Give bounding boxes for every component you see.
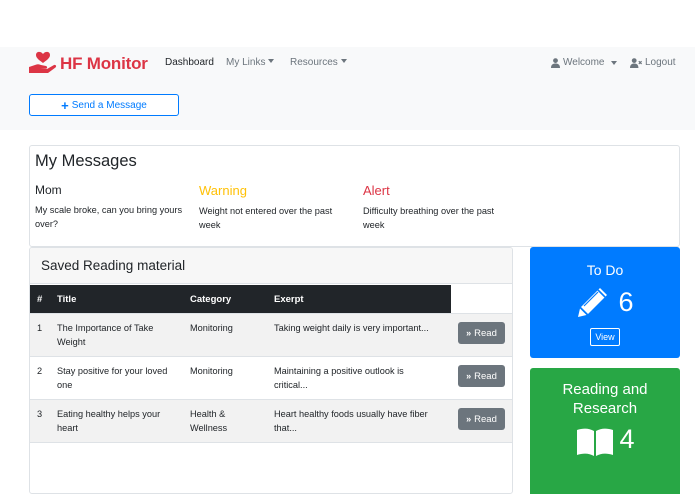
message-heading: Mom bbox=[35, 183, 62, 197]
row-category: Health & Wellness bbox=[190, 409, 228, 433]
message-heading-warning: Warning bbox=[199, 183, 247, 198]
nav-my-links[interactable]: My Links bbox=[226, 57, 275, 68]
row-excerpt: Taking weight daily is very important... bbox=[274, 323, 429, 333]
nav-welcome-label: Welcome bbox=[563, 57, 605, 68]
reading-material-card: Saved Reading material # Title Category … bbox=[29, 247, 513, 494]
user-icon bbox=[551, 57, 560, 68]
nav-dashboard[interactable]: Dashboard bbox=[165, 57, 214, 68]
table-row: 1 The Importance of Take Weight Monitori… bbox=[30, 313, 512, 356]
caret-down-icon bbox=[610, 60, 617, 65]
heart-hand-icon bbox=[28, 51, 58, 77]
nav-my-links-label: My Links bbox=[226, 57, 266, 68]
row-number: 1 bbox=[37, 323, 43, 333]
message-heading-alert: Alert bbox=[363, 183, 390, 198]
brand-name: HF Monitor bbox=[60, 54, 148, 73]
page: HF Monitor Dashboard My Links Resources … bbox=[0, 0, 695, 494]
nav-logout-label: Logout bbox=[645, 57, 676, 68]
message-body: My scale broke, can you bring yours over… bbox=[35, 205, 183, 229]
todo-view-button[interactable]: View bbox=[590, 328, 620, 346]
send-message-button[interactable]: + Send a Message bbox=[29, 94, 179, 116]
research-count-row: 4 bbox=[530, 426, 680, 456]
research-card[interactable]: Reading and Research 4 bbox=[530, 368, 680, 494]
message-body: Weight not entered over the past week bbox=[199, 206, 333, 230]
message-item[interactable]: Alert Difficulty breathing over the past… bbox=[363, 183, 513, 232]
send-message-label: Send a Message bbox=[71, 99, 147, 111]
reading-card-header: Saved Reading material bbox=[30, 248, 512, 284]
caret-down-icon bbox=[268, 59, 275, 63]
nav-welcome[interactable]: Welcome bbox=[551, 57, 617, 68]
read-button-label: Read bbox=[474, 370, 497, 382]
angle-double-right-icon: » bbox=[466, 328, 472, 338]
messages-title: My Messages bbox=[35, 152, 137, 170]
message-item[interactable]: Mom My scale broke, can you bring yours … bbox=[35, 183, 185, 231]
row-excerpt: Heart healthy foods usually have fiber t… bbox=[274, 409, 428, 433]
research-title: Reading and Research bbox=[562, 381, 648, 417]
user-times-icon bbox=[630, 57, 642, 68]
row-title: Eating healthy helps your heart bbox=[57, 409, 161, 433]
book-open-icon bbox=[577, 428, 614, 456]
research-count: 4 bbox=[619, 424, 635, 454]
brand-logo[interactable]: HF Monitor bbox=[28, 49, 148, 79]
row-excerpt: Maintaining a positive outlook is critic… bbox=[274, 366, 404, 390]
message-body: Difficulty breathing over the past week bbox=[363, 206, 495, 230]
row-category: Monitoring bbox=[190, 366, 233, 376]
row-number: 2 bbox=[37, 366, 43, 376]
nav-resources[interactable]: Resources bbox=[290, 57, 347, 68]
table-row: 2 Stay positive for your loved one Monit… bbox=[30, 356, 512, 399]
read-button-label: Read bbox=[474, 413, 497, 425]
message-item[interactable]: Warning Weight not entered over the past… bbox=[199, 183, 349, 232]
table-header: # Title Category Exerpt bbox=[30, 285, 451, 313]
read-button-label: Read bbox=[474, 327, 497, 339]
todo-title: To Do bbox=[586, 262, 624, 278]
angle-double-right-icon: » bbox=[466, 371, 472, 381]
read-button[interactable]: » Read bbox=[458, 365, 505, 387]
todo-count-row: 6 bbox=[530, 285, 680, 319]
read-button[interactable]: » Read bbox=[458, 408, 505, 430]
pencil-icon bbox=[578, 288, 608, 317]
row-title: Stay positive for your loved one bbox=[57, 366, 168, 390]
table-row: 3 Eating healthy helps your heart Health… bbox=[30, 399, 512, 442]
table-row bbox=[30, 442, 512, 485]
caret-down-icon bbox=[340, 59, 347, 63]
column-header-category: Category bbox=[190, 294, 232, 305]
todo-count: 6 bbox=[618, 286, 634, 317]
nav-logout[interactable]: Logout bbox=[630, 57, 676, 68]
todo-card: To Do 6 View bbox=[530, 247, 680, 358]
column-header-number: # bbox=[37, 294, 43, 305]
read-button[interactable]: » Read bbox=[458, 322, 505, 344]
column-header-title: Title bbox=[57, 294, 77, 305]
angle-double-right-icon: » bbox=[466, 414, 472, 424]
row-category: Monitoring bbox=[190, 323, 233, 333]
column-header-excerpt: Exerpt bbox=[274, 294, 304, 305]
messages-card: My Messages Mom My scale broke, can you … bbox=[29, 145, 680, 247]
reading-title: Saved Reading material bbox=[41, 258, 186, 273]
row-number: 3 bbox=[37, 409, 43, 419]
nav-resources-label: Resources bbox=[290, 57, 338, 68]
row-title: The Importance of Take Weight bbox=[57, 323, 154, 347]
navbar: HF Monitor Dashboard My Links Resources … bbox=[0, 47, 695, 83]
plus-icon: + bbox=[61, 97, 69, 113]
